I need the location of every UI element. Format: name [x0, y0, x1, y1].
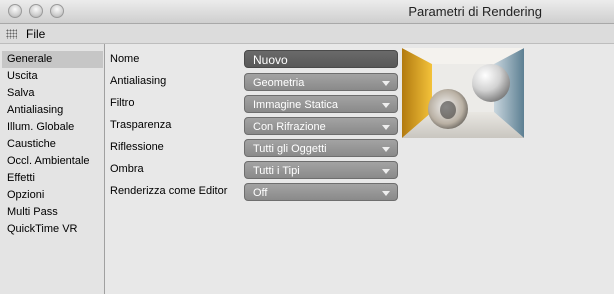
sidebar-item-generale[interactable]: Generale [2, 51, 103, 68]
nome-label: Nome [110, 53, 140, 65]
riflessione-value: Tutti gli Oggetti [253, 143, 327, 155]
sidebar: Generale Uscita Salva Antialiasing Illum… [0, 44, 105, 294]
dropdown-arrow-icon [382, 147, 390, 152]
dropdown-arrow-icon [382, 125, 390, 130]
renderizza-label: Renderizza come Editor [110, 185, 228, 197]
filtro-label: Filtro [110, 97, 135, 109]
minimize-window-button[interactable] [29, 4, 43, 18]
ombra-label: Ombra [110, 163, 144, 175]
riflessione-dropdown[interactable]: Tutti gli Oggetti [244, 139, 398, 157]
dropdown-arrow-icon [382, 169, 390, 174]
dropdown-arrow-icon [382, 191, 390, 196]
riflessione-label: Riflessione [110, 141, 164, 153]
dropdown-arrow-icon [382, 81, 390, 86]
title-bar: Parametri di Rendering [0, 0, 614, 24]
sidebar-item-uscita[interactable]: Uscita [2, 68, 103, 85]
ombra-value: Tutti i Tipi [253, 165, 300, 177]
trasparenza-value: Con Rifrazione [253, 121, 326, 133]
sidebar-item-quicktime-vr[interactable]: QuickTime VR [2, 221, 103, 238]
dropdown-arrow-icon [382, 103, 390, 108]
grip-icon[interactable] [6, 29, 17, 39]
menu-file[interactable]: File [26, 27, 45, 41]
ombra-dropdown[interactable]: Tutti i Tipi [244, 161, 398, 179]
close-window-button[interactable] [8, 4, 22, 18]
sidebar-item-illum-globale[interactable]: Illum. Globale [2, 119, 103, 136]
renderizza-dropdown[interactable]: Off [244, 183, 398, 201]
sidebar-item-salva[interactable]: Salva [2, 85, 103, 102]
window-title: Parametri di Rendering [408, 4, 542, 19]
sidebar-item-multi-pass[interactable]: Multi Pass [2, 204, 103, 221]
render-preview [402, 48, 524, 138]
filtro-value: Immagine Statica [253, 99, 338, 111]
renderizza-value: Off [253, 187, 268, 199]
trasparenza-label: Trasparenza [110, 119, 172, 131]
sidebar-item-opzioni[interactable]: Opzioni [2, 187, 103, 204]
antialiasing-dropdown[interactable]: Geometria [244, 73, 398, 91]
nome-field[interactable]: Nuovo [244, 50, 398, 68]
zoom-window-button[interactable] [50, 4, 64, 18]
trasparenza-dropdown[interactable]: Con Rifrazione [244, 117, 398, 135]
sidebar-item-effetti[interactable]: Effetti [2, 170, 103, 187]
sidebar-item-occl-ambientale[interactable]: Occl. Ambientale [2, 153, 103, 170]
antialiasing-value: Geometria [253, 77, 305, 89]
antialiasing-label: Antialiasing [110, 75, 167, 87]
sidebar-item-caustiche[interactable]: Caustiche [2, 136, 103, 153]
menu-bar: File [0, 24, 614, 44]
filtro-dropdown[interactable]: Immagine Statica [244, 95, 398, 113]
sidebar-item-antialiasing[interactable]: Antialiasing [2, 102, 103, 119]
